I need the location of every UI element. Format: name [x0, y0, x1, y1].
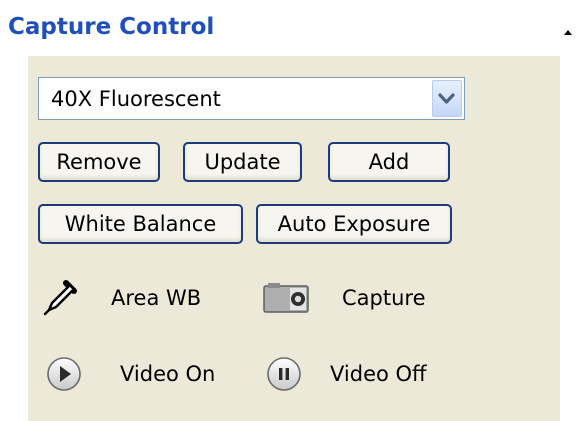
capture-control-header[interactable]: Capture Control: [0, 0, 586, 50]
capture-tool[interactable]: Capture: [256, 276, 476, 320]
video-off-tool[interactable]: Video Off: [260, 352, 480, 396]
camera-icon: [262, 280, 312, 316]
white-balance-button[interactable]: White Balance: [38, 204, 243, 244]
pause-icon: [264, 354, 304, 394]
eyedropper-icon: [40, 279, 80, 317]
play-icon: [44, 354, 84, 394]
area-wb-label: Area WB: [111, 286, 202, 310]
update-button[interactable]: Update: [183, 142, 302, 182]
capture-control-panel: 40X Fluorescent Remove Update Add White …: [28, 56, 560, 421]
profile-select-value: 40X Fluorescent: [51, 87, 221, 111]
add-button[interactable]: Add: [328, 142, 450, 182]
chevron-down-icon[interactable]: [432, 80, 462, 117]
area-wb-tool[interactable]: Area WB: [38, 276, 228, 320]
remove-button[interactable]: Remove: [38, 142, 160, 182]
chevron-up-icon[interactable]: [559, 24, 577, 38]
video-off-label: Video Off: [330, 362, 427, 386]
section-title: Capture Control: [8, 14, 215, 40]
auto-exposure-button[interactable]: Auto Exposure: [256, 204, 452, 244]
capture-label: Capture: [342, 286, 426, 310]
video-on-tool[interactable]: Video On: [40, 352, 240, 396]
profile-select[interactable]: 40X Fluorescent: [38, 77, 465, 120]
video-on-label: Video On: [120, 362, 216, 386]
